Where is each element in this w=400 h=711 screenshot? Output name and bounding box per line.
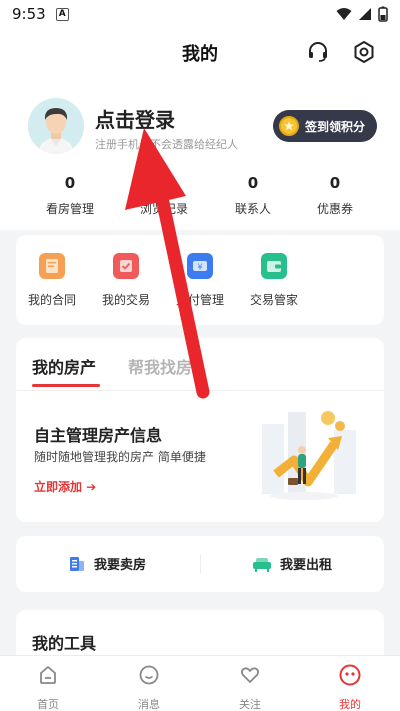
heart-icon: [240, 667, 260, 683]
coin-icon: [279, 116, 299, 136]
login-subtitle: 注册手机号不会透露给经纪人: [95, 138, 238, 151]
nav-label: 我的: [339, 698, 361, 711]
payment-icon: ¥: [187, 253, 213, 279]
page-title: 我的: [182, 44, 218, 65]
sell-house-label: 我要卖房: [94, 558, 147, 573]
property-subtitle: 随时随地管理我的房产 简单便捷: [34, 450, 206, 464]
sign-in-points-label: 签到领积分: [305, 119, 366, 134]
stat-viewing[interactable]: 0 看房管理: [25, 174, 115, 217]
stat-label: 浏览记录: [139, 202, 188, 216]
sell-house-button[interactable]: 我要卖房: [68, 554, 146, 573]
status-bar: 9:53 A: [0, 0, 400, 28]
service-trade-steward[interactable]: 交易管家: [232, 253, 316, 308]
contract-icon: [39, 253, 65, 279]
stat-value: 0: [64, 174, 76, 192]
nav-messages[interactable]: 消息: [119, 664, 179, 711]
svg-text:¥: ¥: [197, 263, 202, 272]
add-now-link[interactable]: 立即添加 ➔: [34, 478, 96, 495]
sofa-icon: [253, 557, 271, 572]
nav-label: 关注: [239, 698, 261, 711]
nav-label: 消息: [138, 698, 160, 711]
signal-icon: [359, 8, 371, 20]
sell-rent-card: 我要卖房 我要出租: [16, 536, 384, 592]
nav-profile[interactable]: 我的: [320, 664, 380, 711]
services-card: 我的合同 我的交易 ¥ 支付管理 交易管家: [16, 235, 384, 325]
stat-coupons[interactable]: 0 优惠券: [290, 174, 380, 217]
property-title: 自主管理房产信息: [34, 426, 163, 445]
stats-row: 0 看房管理 0 浏览记录 0 联系人 0 优惠券: [0, 174, 400, 224]
trade-icon: [113, 253, 139, 279]
building-icon: [70, 556, 84, 571]
profile-icon: [339, 664, 361, 686]
active-tab-indicator: [32, 384, 100, 387]
service-payment[interactable]: ¥ 支付管理: [158, 253, 242, 308]
status-time: 9:53: [12, 5, 46, 23]
tab-find-house[interactable]: 帮我找房: [128, 354, 192, 378]
app-notification-icon: A: [55, 7, 69, 21]
property-illustration: [262, 411, 356, 500]
settings-icon[interactable]: [352, 40, 376, 64]
bottom-navigation: 首页 消息 关注 我的: [0, 655, 400, 711]
divider: [200, 554, 201, 574]
service-label: 我的合同: [27, 293, 76, 307]
avatar-icon: [28, 98, 84, 154]
service-my-trade[interactable]: 我的交易: [84, 253, 168, 308]
tools-title: 我的工具: [32, 634, 97, 653]
stat-contacts[interactable]: 0 联系人: [208, 174, 298, 217]
service-label: 我的交易: [101, 293, 150, 307]
service-label: 支付管理: [175, 293, 224, 307]
stat-history[interactable]: 0 浏览记录: [119, 174, 209, 217]
stat-value: 0: [329, 174, 341, 192]
service-my-contract[interactable]: 我的合同: [10, 253, 94, 308]
service-label: 交易管家: [249, 293, 298, 307]
sign-in-points-button[interactable]: 签到领积分: [273, 110, 377, 142]
avatar[interactable]: [28, 98, 84, 154]
nav-follow[interactable]: 关注: [220, 664, 280, 711]
stat-label: 优惠券: [316, 202, 353, 216]
stat-label: 联系人: [234, 202, 271, 216]
login-title[interactable]: 点击登录: [95, 104, 175, 133]
wallet-icon: [261, 253, 287, 279]
stat-value: 0: [247, 174, 259, 192]
home-icon: [40, 666, 56, 684]
message-icon: [139, 665, 159, 685]
property-card: 我的房产 帮我找房 自主管理房产信息 随时随地管理我的房产 简单便捷 立即添加 …: [16, 338, 384, 522]
battery-icon: [378, 6, 388, 22]
status-icons: [336, 6, 388, 22]
rent-out-label: 我要出租: [280, 558, 333, 573]
wifi-icon: [336, 8, 352, 20]
nav-label: 首页: [37, 698, 59, 711]
divider: [16, 390, 384, 391]
top-bar: 我的: [0, 28, 400, 76]
customer-service-icon[interactable]: [306, 40, 330, 64]
tab-my-property[interactable]: 我的房产: [32, 354, 96, 378]
stat-value: 0: [158, 174, 170, 192]
stat-label: 看房管理: [45, 202, 94, 216]
rent-out-button[interactable]: 我要出租: [252, 554, 332, 573]
nav-home[interactable]: 首页: [18, 664, 78, 711]
